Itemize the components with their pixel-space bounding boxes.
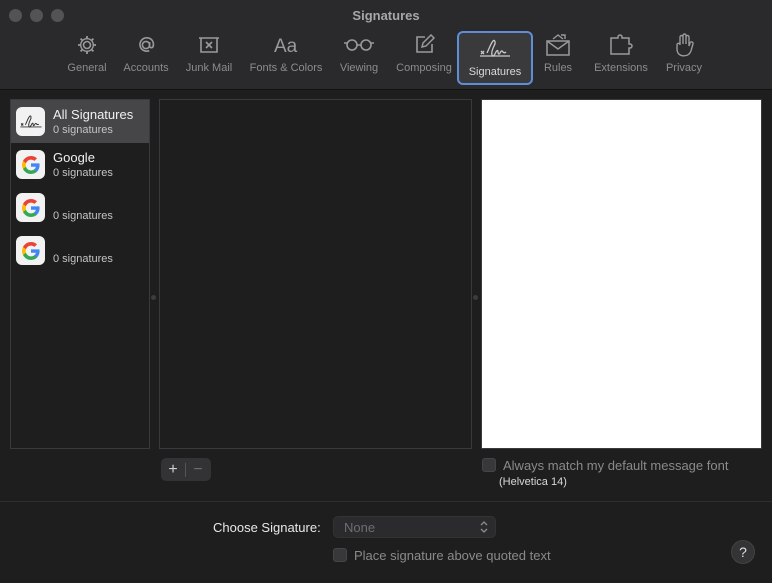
account-row-google[interactable]: Google 0 signatures: [11, 143, 149, 186]
tab-accounts-label: Accounts: [123, 62, 169, 74]
choose-signature-label: Choose Signature:: [213, 520, 321, 535]
choose-signature-value: None: [344, 520, 376, 535]
split-divider-handle[interactable]: [151, 295, 156, 300]
tab-fonts-colors-label: Fonts & Colors: [249, 62, 323, 74]
signatures-preferences-window: Signatures General Accounts Junk Mail Aa…: [0, 0, 772, 583]
place-above-quoted-checkbox[interactable]: [333, 548, 347, 562]
account-row-google-2[interactable]: 0 signatures: [11, 186, 149, 229]
match-font-label: Always match my default message font: [503, 458, 729, 473]
account-signature-count: 0 signatures: [53, 167, 113, 179]
tab-composing[interactable]: Composing: [393, 30, 455, 82]
tab-composing-label: Composing: [396, 62, 452, 74]
signature-icon: [478, 34, 512, 64]
tab-signatures[interactable]: Signatures: [457, 31, 533, 85]
tab-accounts[interactable]: Accounts: [120, 30, 172, 82]
junk-tray-icon: [197, 30, 221, 60]
pencil-square-icon: [413, 30, 435, 60]
svg-text:Aa: Aa: [274, 36, 298, 56]
account-signature-count: 0 signatures: [53, 253, 113, 265]
tab-rules[interactable]: Rules: [540, 30, 576, 82]
gear-icon: [76, 30, 98, 60]
account-list[interactable]: All Signatures 0 signatures Google 0 sig…: [10, 99, 150, 449]
remove-signature-button[interactable]: −: [186, 458, 210, 481]
google-icon: [16, 193, 45, 222]
tab-junk-mail-label: Junk Mail: [185, 62, 233, 74]
signature-list[interactable]: [159, 99, 472, 449]
tab-privacy-label: Privacy: [665, 62, 703, 74]
preferences-toolbar: General Accounts Junk Mail Aa Fonts & Co…: [0, 30, 772, 86]
at-sign-icon: [135, 30, 157, 60]
choose-signature-select[interactable]: None: [333, 516, 496, 538]
account-signature-count: 0 signatures: [53, 210, 113, 222]
google-icon: [16, 236, 45, 265]
divider: [0, 501, 772, 502]
account-name: Google: [53, 150, 95, 165]
title-bar: Signatures General Accounts Junk Mail Aa…: [0, 0, 772, 90]
match-font-checkbox[interactable]: [482, 458, 496, 472]
split-divider-handle[interactable]: [473, 295, 478, 300]
default-font-note: (Helvetica 14): [499, 476, 567, 488]
add-remove-control: + −: [161, 458, 211, 481]
add-signature-button[interactable]: +: [161, 458, 185, 481]
text-aa-icon: Aa: [272, 30, 300, 60]
account-row-all-signatures[interactable]: All Signatures 0 signatures: [11, 100, 149, 143]
up-down-chevron-icon: [480, 519, 488, 540]
tab-fonts-colors[interactable]: Aa Fonts & Colors: [246, 30, 326, 82]
envelope-rules-icon: [545, 30, 571, 60]
account-name: All Signatures: [53, 107, 134, 122]
tab-junk-mail[interactable]: Junk Mail: [183, 30, 235, 82]
tab-extensions-label: Extensions: [594, 62, 648, 74]
tab-general[interactable]: General: [64, 30, 110, 82]
tab-privacy[interactable]: Privacy: [663, 30, 705, 82]
account-signature-count: 0 signatures: [53, 124, 113, 136]
window-title: Signatures: [352, 8, 420, 23]
glasses-icon: [343, 30, 375, 60]
puzzle-icon: [608, 30, 634, 60]
account-row-google-3[interactable]: 0 signatures: [11, 229, 149, 272]
tab-extensions[interactable]: Extensions: [591, 30, 651, 82]
tab-viewing[interactable]: Viewing: [337, 30, 381, 82]
hand-icon: [674, 30, 694, 60]
tab-viewing-label: Viewing: [339, 62, 379, 74]
tab-signatures-label: Signatures: [468, 66, 522, 78]
google-icon: [16, 150, 45, 179]
place-above-quoted-label: Place signature above quoted text: [354, 548, 551, 563]
help-button[interactable]: ?: [731, 540, 755, 564]
tab-rules-label: Rules: [543, 62, 573, 74]
signature-icon: [16, 107, 45, 136]
tab-general-label: General: [67, 62, 107, 74]
signature-preview-editor[interactable]: [481, 99, 762, 449]
